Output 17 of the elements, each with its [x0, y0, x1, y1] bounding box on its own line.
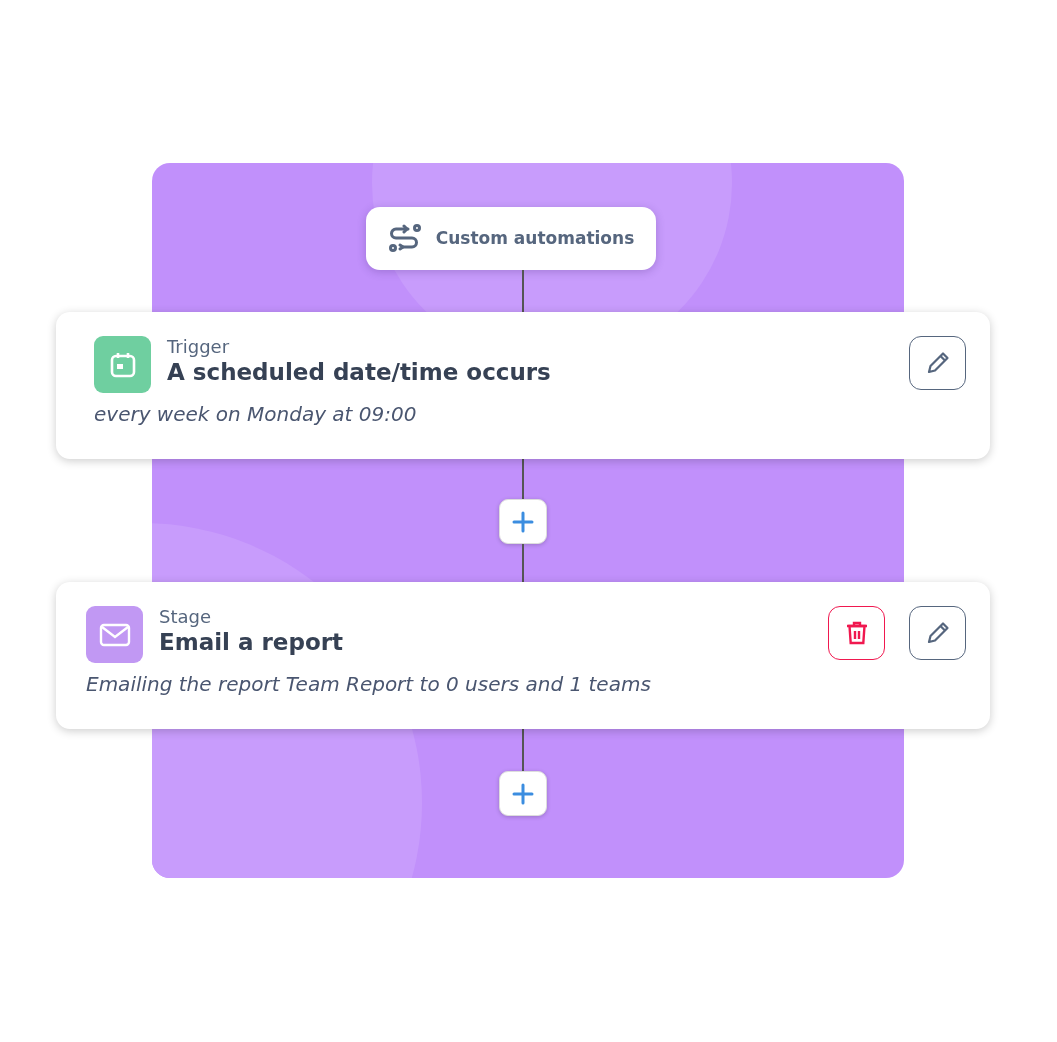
step-label: Stage: [159, 606, 212, 628]
route-icon: [387, 223, 422, 254]
step-description: Emailing the report Team Report to 0 users and 1 teams: [86, 671, 652, 698]
add-step-button[interactable]: [499, 499, 547, 544]
step-label: Trigger: [167, 336, 231, 358]
edit-button[interactable]: [909, 606, 966, 660]
step-title: Email a report: [159, 627, 345, 657]
step-title: A scheduled date/time occurs: [167, 357, 552, 387]
header-label: Custom automations: [435, 226, 635, 250]
edit-button[interactable]: [909, 336, 966, 390]
add-step-button[interactable]: [499, 771, 547, 816]
envelope-icon: [98, 621, 131, 648]
trash-icon: [844, 620, 869, 646]
step-description: every week on Monday at 09:00: [94, 401, 418, 428]
plus-icon: [512, 782, 534, 805]
delete-button[interactable]: [828, 606, 885, 660]
plus-icon: [512, 510, 534, 533]
